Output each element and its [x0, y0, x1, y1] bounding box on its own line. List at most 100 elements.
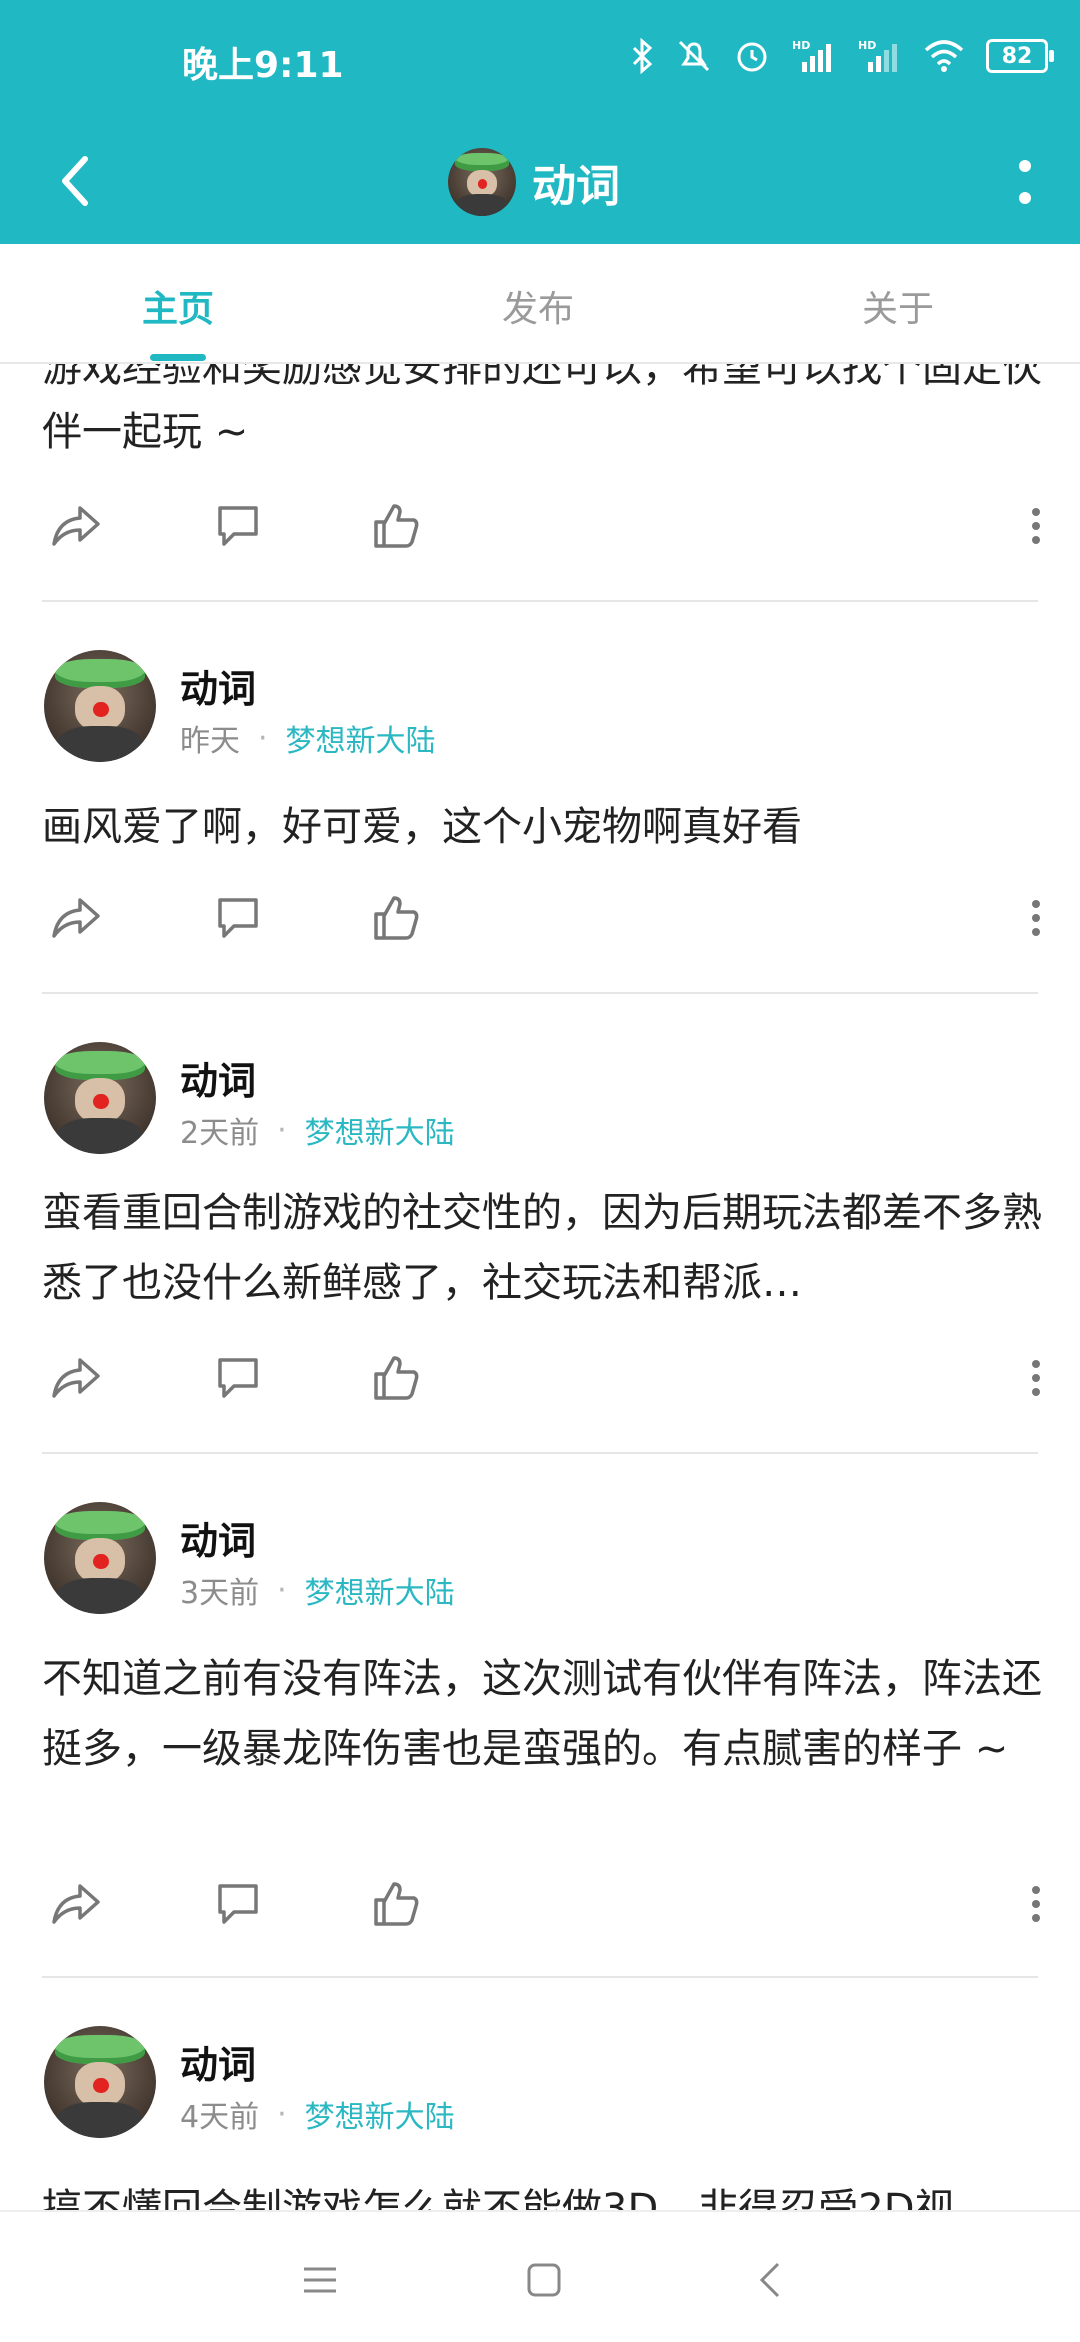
separator: ·: [277, 1112, 287, 1148]
game-link[interactable]: 梦想新大陆: [305, 1568, 455, 1612]
like-button[interactable]: [364, 494, 428, 558]
comment-button[interactable]: [206, 1346, 270, 1410]
divider: [42, 600, 1038, 602]
thumbs-up-icon: [374, 504, 419, 548]
profile-title: 动词: [448, 132, 620, 232]
share-button[interactable]: [44, 1346, 108, 1410]
divider: [42, 1452, 1038, 1454]
like-button[interactable]: [364, 886, 428, 950]
post-content[interactable]: 蛮看重回合制游戏的社交性的，因为后期玩法都差不多熟悉了也没什么新鲜感了，社交玩法…: [42, 1178, 1042, 1318]
post-time: 4天前: [180, 2100, 260, 2135]
more-vertical-icon: [1019, 160, 1031, 204]
status-bar: 晚上9:11 HD HD 82: [0, 0, 1080, 124]
post-meta: 昨天 · 梦想新大陆: [180, 716, 436, 760]
separator: ·: [258, 720, 268, 756]
avatar[interactable]: [44, 2026, 156, 2138]
alarm-icon: [734, 38, 770, 74]
bluetooth-icon: [630, 38, 654, 74]
post-time: 3天前: [180, 1576, 260, 1611]
like-button[interactable]: [364, 1346, 428, 1410]
post-author[interactable]: 动词: [180, 2034, 256, 2089]
page-title: 动词: [532, 161, 620, 212]
home-button[interactable]: [514, 2250, 574, 2310]
share-button[interactable]: [44, 494, 108, 558]
thumbs-up-icon: [374, 896, 419, 940]
battery-icon: 82: [986, 39, 1054, 73]
post-meta: 4天前 · 梦想新大陆: [180, 2092, 455, 2136]
share-button[interactable]: [44, 886, 108, 950]
post-actions: [0, 886, 1080, 966]
back-button[interactable]: [40, 146, 110, 216]
tab-about[interactable]: 关于: [862, 280, 934, 332]
thumbs-up-icon: [374, 1882, 419, 1926]
separator: ·: [277, 2096, 287, 2132]
comment-button[interactable]: [206, 886, 270, 950]
post-content[interactable]: 搞不懂回合制游戏怎么就不能做3D，非得忍受2D视: [42, 2174, 1042, 2210]
signal-hd-icon: HD: [858, 38, 902, 74]
more-options-button[interactable]: [1004, 1872, 1068, 1936]
post-meta: 2天前 · 梦想新大陆: [180, 1108, 455, 1152]
share-icon: [52, 1358, 100, 1398]
home-square-icon: [527, 2263, 561, 2297]
post-feed[interactable]: 游戏经验和奖励感觉安排的还可以，希望可以找个固定伙伴一起玩 ~ 动词 昨天 · …: [0, 362, 1080, 2210]
more-menu-button[interactable]: [990, 144, 1060, 224]
avatar[interactable]: [44, 1042, 156, 1154]
status-icons: HD HD 82: [630, 38, 1054, 74]
game-link[interactable]: 梦想新大陆: [305, 1108, 455, 1152]
share-icon: [52, 506, 100, 546]
game-link[interactable]: 梦想新大陆: [286, 716, 436, 760]
post-author[interactable]: 动词: [180, 1050, 256, 1105]
comment-button[interactable]: [206, 494, 270, 558]
battery-level: 82: [1001, 43, 1033, 69]
post-actions: [0, 1346, 1080, 1426]
recent-apps-button[interactable]: [290, 2250, 350, 2310]
post-time: 昨天: [180, 724, 240, 759]
divider: [42, 992, 1038, 994]
tab-home[interactable]: 主页: [142, 280, 214, 332]
comment-icon: [218, 1884, 258, 1924]
comment-icon: [218, 1358, 258, 1398]
comment-button[interactable]: [206, 1872, 270, 1936]
svg-text:HD: HD: [792, 39, 810, 52]
more-options-button[interactable]: [1004, 1346, 1068, 1410]
share-icon: [52, 898, 100, 938]
system-back-button[interactable]: [740, 2250, 800, 2310]
chevron-left-icon: [62, 156, 88, 206]
game-link[interactable]: 梦想新大陆: [305, 2092, 455, 2136]
share-button[interactable]: [44, 1872, 108, 1936]
menu-icon: [304, 2267, 336, 2293]
post-time: 2天前: [180, 1116, 260, 1151]
more-options-button[interactable]: [1004, 886, 1068, 950]
post-content[interactable]: 不知道之前有没有阵法，这次测试有伙伴有阵法，阵法还挺多，一级暴龙阵伤害也是蛮强的…: [42, 1644, 1042, 1784]
mute-icon: [676, 38, 712, 74]
thumbs-up-icon: [374, 1356, 419, 1400]
post-content[interactable]: 画风爱了啊，好可爱，这个小宠物啊真好看: [42, 792, 1042, 862]
like-button[interactable]: [364, 1872, 428, 1936]
avatar[interactable]: [44, 650, 156, 762]
comment-icon: [218, 506, 258, 546]
tab-indicator: [150, 354, 206, 361]
tab-posts[interactable]: 发布: [502, 280, 574, 332]
more-vertical-icon: [1032, 508, 1040, 544]
post-meta: 3天前 · 梦想新大陆: [180, 1568, 455, 1612]
status-time: 晚上9:11: [182, 45, 344, 86]
post-author[interactable]: 动词: [180, 1510, 256, 1565]
more-options-button[interactable]: [1004, 494, 1068, 558]
avatar[interactable]: [448, 148, 516, 216]
post-actions: [0, 494, 1080, 574]
post-actions: [0, 1872, 1080, 1952]
more-vertical-icon: [1032, 900, 1040, 936]
avatar[interactable]: [44, 1502, 156, 1614]
app-header: 晚上9:11 HD HD 82 动词: [0, 0, 1080, 244]
share-icon: [52, 1884, 100, 1924]
system-navigation-bar: [0, 2210, 1080, 2342]
nav-bar: 动词: [0, 124, 1080, 244]
svg-text:HD: HD: [858, 39, 876, 52]
comment-icon: [218, 898, 258, 938]
more-vertical-icon: [1032, 1360, 1040, 1396]
post-author[interactable]: 动词: [180, 658, 256, 713]
separator: ·: [277, 1572, 287, 1608]
post-content[interactable]: 游戏经验和奖励感觉安排的还可以，希望可以找个固定伙伴一起玩 ~: [42, 362, 1042, 464]
more-vertical-icon: [1032, 1886, 1040, 1922]
wifi-icon: [924, 38, 964, 74]
